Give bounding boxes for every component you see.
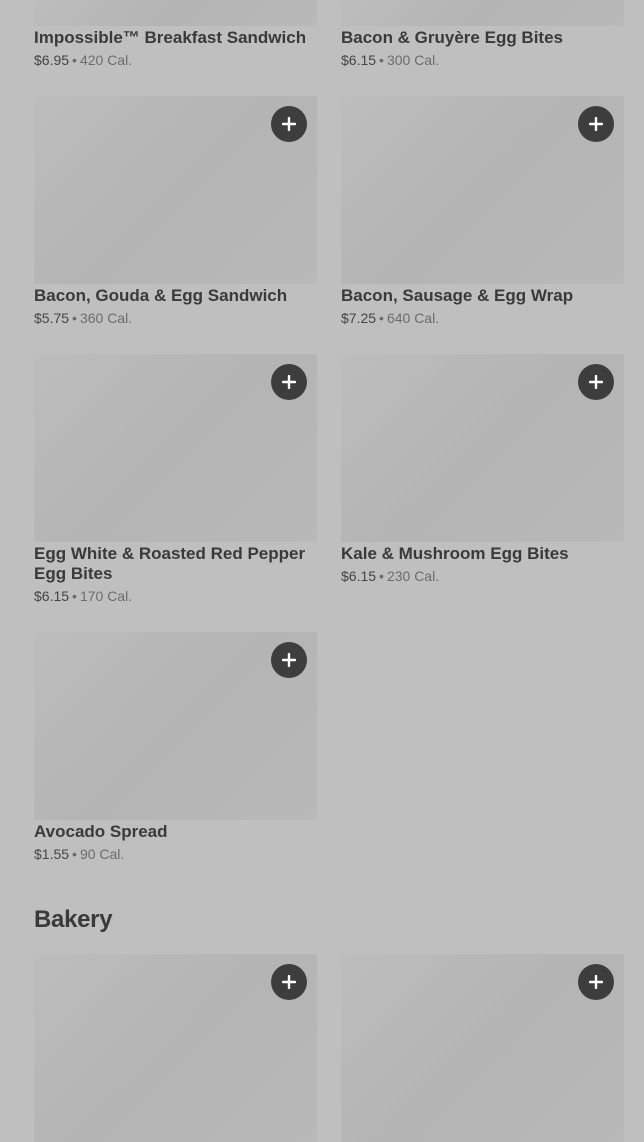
separator-dot: • [72,846,77,862]
menu-page: Impossible™ Breakfast Sandwich $6.95 • 420… [0,0,644,1142]
item-price: $6.15 [34,588,70,604]
item-calories: 230 Cal. [386,568,440,584]
menu-item-card[interactable]: Bacon & Gruyère Egg Bites $6.15 • 300 Cal. [341,0,624,69]
item-calories: 360 Cal. [79,310,133,326]
item-name[interactable]: Bacon & Gruyère Egg Bites [341,28,624,48]
plus-icon [282,975,296,989]
item-image[interactable] [34,632,317,820]
add-item-button[interactable] [578,364,614,400]
plus-icon [282,375,296,389]
item-calories: 420 Cal. [79,52,133,68]
item-name[interactable]: Egg White & Roasted Red Pepper Egg Bites [34,544,317,584]
item-image[interactable] [34,96,317,284]
item-meta: $6.15 • 230 Cal. [341,567,624,585]
item-meta: $1.55 • 90 Cal. [34,845,317,863]
add-item-button[interactable] [271,364,307,400]
menu-item-card[interactable]: Bacon, Sausage & Egg Wrap $7.25 • 640 Cal. [341,96,624,327]
plus-icon [282,117,296,131]
item-meta: $7.25 • 640 Cal. [341,309,624,327]
add-item-button[interactable] [578,964,614,1000]
item-name[interactable]: Bacon, Sausage & Egg Wrap [341,286,624,306]
menu-item-card[interactable]: Egg White & Roasted Red Pepper Egg Bites… [34,354,317,605]
item-price: $1.55 [34,846,70,862]
add-item-button[interactable] [271,964,307,1000]
item-name[interactable]: Avocado Spread [34,822,317,842]
item-image[interactable] [341,954,624,1142]
separator-dot: • [72,588,77,604]
plus-icon [589,375,603,389]
item-image[interactable] [34,954,317,1142]
item-calories: 90 Cal. [79,846,125,862]
plus-icon [589,117,603,131]
menu-item-card[interactable]: Avocado Spread $1.55 • 90 Cal. [34,632,317,863]
separator-dot: • [379,310,384,326]
item-price: $6.15 [341,52,377,68]
item-image[interactable] [341,96,624,284]
item-price: $6.95 [34,52,70,68]
item-meta: $6.95 • 420 Cal. [34,51,317,69]
item-image[interactable] [341,354,624,542]
item-image[interactable] [341,0,624,26]
plus-icon [282,653,296,667]
separator-dot: • [72,310,77,326]
item-meta: $5.75 • 360 Cal. [34,309,317,327]
add-item-button[interactable] [271,106,307,142]
menu-item-card[interactable]: Impossible™ Breakfast Sandwich $6.95 • 420… [34,0,317,69]
menu-item-card[interactable] [34,954,317,1142]
item-price: $6.15 [341,568,377,584]
item-price: $5.75 [34,310,70,326]
item-calories: 300 Cal. [386,52,440,68]
menu-item-card[interactable] [341,954,624,1142]
item-meta: $6.15 • 300 Cal. [341,51,624,69]
item-name[interactable]: Impossible™ Breakfast Sandwich [34,28,317,48]
item-calories: 170 Cal. [79,588,133,604]
item-image[interactable] [34,354,317,542]
add-item-button[interactable] [578,106,614,142]
item-calories: 640 Cal. [386,310,440,326]
section-title-bakery: Bakery [34,906,113,933]
item-name[interactable]: Bacon, Gouda & Egg Sandwich [34,286,317,306]
menu-item-card[interactable]: Kale & Mushroom Egg Bites $6.15 • 230 Cal. [341,354,624,585]
separator-dot: • [72,52,77,68]
item-meta: $6.15 • 170 Cal. [34,587,317,605]
item-price: $7.25 [341,310,377,326]
separator-dot: • [379,568,384,584]
item-image[interactable] [34,0,317,26]
item-name[interactable]: Kale & Mushroom Egg Bites [341,544,624,564]
menu-item-card[interactable]: Bacon, Gouda & Egg Sandwich $5.75 • 360 Ca… [34,96,317,327]
add-item-button[interactable] [271,642,307,678]
separator-dot: • [379,52,384,68]
plus-icon [589,975,603,989]
